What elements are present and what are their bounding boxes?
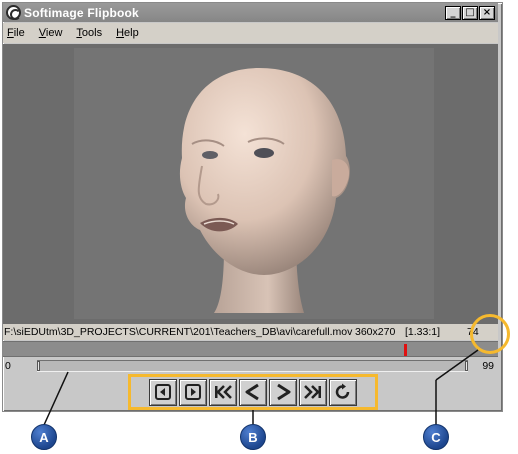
callout-c-line xyxy=(435,349,479,381)
callout-a-label: A xyxy=(39,429,49,445)
callout-badge-c: C xyxy=(423,424,449,450)
callout-c-label: C xyxy=(431,429,441,445)
callout-b-label: B xyxy=(248,429,258,445)
callout-badge-b: B xyxy=(240,424,266,450)
callout-a-line xyxy=(43,371,69,426)
callout-badge-a: A xyxy=(31,424,57,450)
callout-leader-lines xyxy=(43,349,479,426)
